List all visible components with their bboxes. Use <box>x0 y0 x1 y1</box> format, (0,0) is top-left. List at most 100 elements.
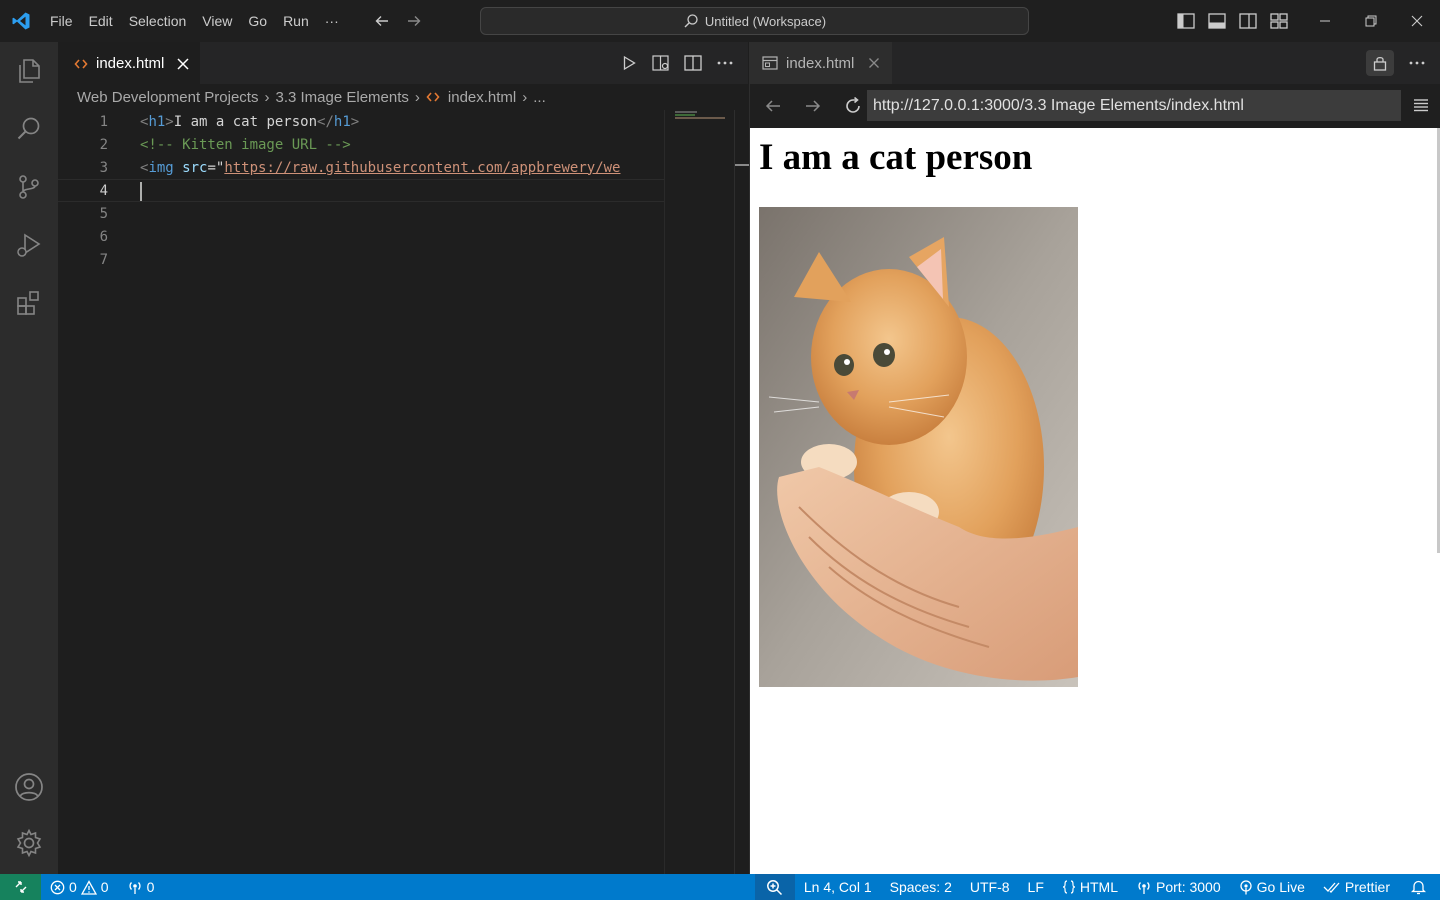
source-control-icon[interactable] <box>0 158 58 216</box>
tab-index-html[interactable]: index.html <box>58 42 201 84</box>
html-file-icon <box>426 90 440 104</box>
lock-icon[interactable] <box>1366 50 1394 76</box>
zoom-icon[interactable] <box>754 874 795 900</box>
status-bar-right: Ln 4, Col 1 Spaces: 2 UTF-8 LF HTML Port… <box>754 874 1440 900</box>
editor-scrollbar[interactable] <box>734 110 749 874</box>
encoding[interactable]: UTF-8 <box>961 874 1019 900</box>
menu-edit[interactable]: Edit <box>81 0 121 42</box>
history-nav <box>371 10 425 32</box>
code-text: <h1>I am a cat person</h1> <box>140 113 360 130</box>
activity-bar <box>0 42 58 874</box>
menu-lines-icon[interactable] <box>1410 94 1432 116</box>
page-heading: I am a cat person <box>759 137 1033 178</box>
close-tab-icon[interactable] <box>176 57 190 71</box>
preview-group: index.html I am a cat perso <box>749 42 1440 874</box>
browser-preview-icon <box>762 56 778 70</box>
ports-indicator[interactable]: 0 <box>118 874 164 900</box>
code-comment: <!-- Kitten image URL --> <box>140 136 351 153</box>
breadcrumb-item[interactable]: 3.3 Image Elements <box>275 89 408 106</box>
line-number: 7 <box>99 251 108 268</box>
broadcast-icon <box>127 880 143 895</box>
language-mode[interactable]: HTML <box>1053 874 1127 900</box>
reload-icon[interactable] <box>838 91 868 121</box>
back-arrow-icon[interactable] <box>758 91 788 121</box>
preview-actions <box>1366 50 1430 76</box>
forward-arrow-icon[interactable] <box>798 91 828 121</box>
customize-layout-icon[interactable] <box>1263 0 1294 42</box>
port-indicator[interactable]: Port: 3000 <box>1127 874 1230 900</box>
search-sidebar-icon[interactable] <box>0 100 58 158</box>
toggle-secondary-sidebar-icon[interactable] <box>1232 0 1263 42</box>
go-live-button[interactable]: Go Live <box>1230 874 1314 900</box>
more-actions-icon[interactable] <box>1404 50 1430 76</box>
broadcast-icon <box>1136 880 1152 895</box>
preview-navigation-bar <box>750 84 1440 128</box>
prettier-label: Prettier <box>1344 879 1390 895</box>
more-actions-icon[interactable] <box>714 52 736 74</box>
language-label: HTML <box>1079 879 1119 895</box>
chevron-right-icon: › <box>264 88 270 106</box>
code-editor[interactable]: 1 <h1>I am a cat person</h1> 2 <!-- Kitt… <box>58 110 664 874</box>
cursor-position[interactable]: Ln 4, Col 1 <box>795 874 881 900</box>
line-number: 3 <box>99 159 108 176</box>
window-controls <box>1170 0 1440 42</box>
error-count: 0 <box>69 879 77 895</box>
line-number: 1 <box>99 113 108 130</box>
breadcrumb: Web Development Projects › 3.3 Image Ele… <box>58 84 748 110</box>
tab-preview-index-html[interactable]: index.html <box>750 42 893 84</box>
back-arrow-icon[interactable] <box>371 10 393 32</box>
url-input[interactable] <box>867 90 1401 121</box>
run-icon[interactable] <box>618 52 640 74</box>
settings-gear-icon[interactable] <box>0 814 58 872</box>
prettier-indicator[interactable]: Prettier <box>1314 874 1399 900</box>
line-number: 5 <box>99 205 108 222</box>
kitten-image <box>759 207 1078 687</box>
open-preview-icon[interactable] <box>650 52 672 74</box>
split-editor-icon[interactable] <box>682 52 704 74</box>
close-window-icon[interactable] <box>1394 0 1440 42</box>
minimap[interactable] <box>664 110 734 874</box>
minimap-line <box>675 111 697 113</box>
breadcrumb-item[interactable]: index.html <box>448 89 516 106</box>
breadcrumb-item[interactable]: ... <box>533 89 546 106</box>
preview-tab-label: index.html <box>786 54 855 72</box>
tab-label: index.html <box>96 55 165 72</box>
menu-more[interactable]: ··· <box>317 0 347 42</box>
menu-bar: File Edit Selection View Go Run ··· <box>42 0 347 42</box>
editor-group: index.html Web Development Projects › 3.… <box>58 42 749 874</box>
error-icon <box>50 880 65 895</box>
code-line: 1 <h1>I am a cat person</h1> <box>58 110 664 133</box>
title-bar: File Edit Selection View Go Run ··· Unti… <box>0 0 1440 42</box>
code-line: 3 <img src="https://raw.githubuserconten… <box>58 156 664 179</box>
code-line-current: 4 <box>58 179 664 202</box>
editor-actions <box>618 42 736 84</box>
notifications-bell-icon[interactable] <box>1399 874 1440 900</box>
restore-icon[interactable] <box>1348 0 1394 42</box>
text-cursor <box>140 182 142 201</box>
minimize-icon[interactable] <box>1302 0 1348 42</box>
editor-tab-bar: index.html <box>58 42 748 84</box>
problems-indicator[interactable]: 0 0 <box>41 874 118 900</box>
end-of-line[interactable]: LF <box>1019 874 1053 900</box>
menu-run[interactable]: Run <box>275 0 317 42</box>
menu-file[interactable]: File <box>42 0 81 42</box>
command-center[interactable]: Untitled (Workspace) <box>480 7 1029 35</box>
forward-arrow-icon[interactable] <box>403 10 425 32</box>
menu-selection[interactable]: Selection <box>121 0 195 42</box>
run-debug-icon[interactable] <box>0 216 58 274</box>
chevron-right-icon: › <box>414 88 420 106</box>
close-tab-icon[interactable] <box>868 57 880 69</box>
menu-view[interactable]: View <box>194 0 240 42</box>
accounts-icon[interactable] <box>0 758 58 816</box>
extensions-icon[interactable] <box>0 274 58 332</box>
remote-indicator[interactable] <box>0 874 41 900</box>
explorer-icon[interactable] <box>0 42 58 100</box>
toggle-panel-icon[interactable] <box>1201 0 1232 42</box>
chevron-right-icon: › <box>522 88 528 106</box>
indentation[interactable]: Spaces: 2 <box>881 874 961 900</box>
line-number: 6 <box>99 228 108 245</box>
code-line: 6 <box>58 225 664 248</box>
breadcrumb-item[interactable]: Web Development Projects <box>77 89 258 106</box>
menu-go[interactable]: Go <box>240 0 275 42</box>
toggle-primary-sidebar-icon[interactable] <box>1170 0 1201 42</box>
